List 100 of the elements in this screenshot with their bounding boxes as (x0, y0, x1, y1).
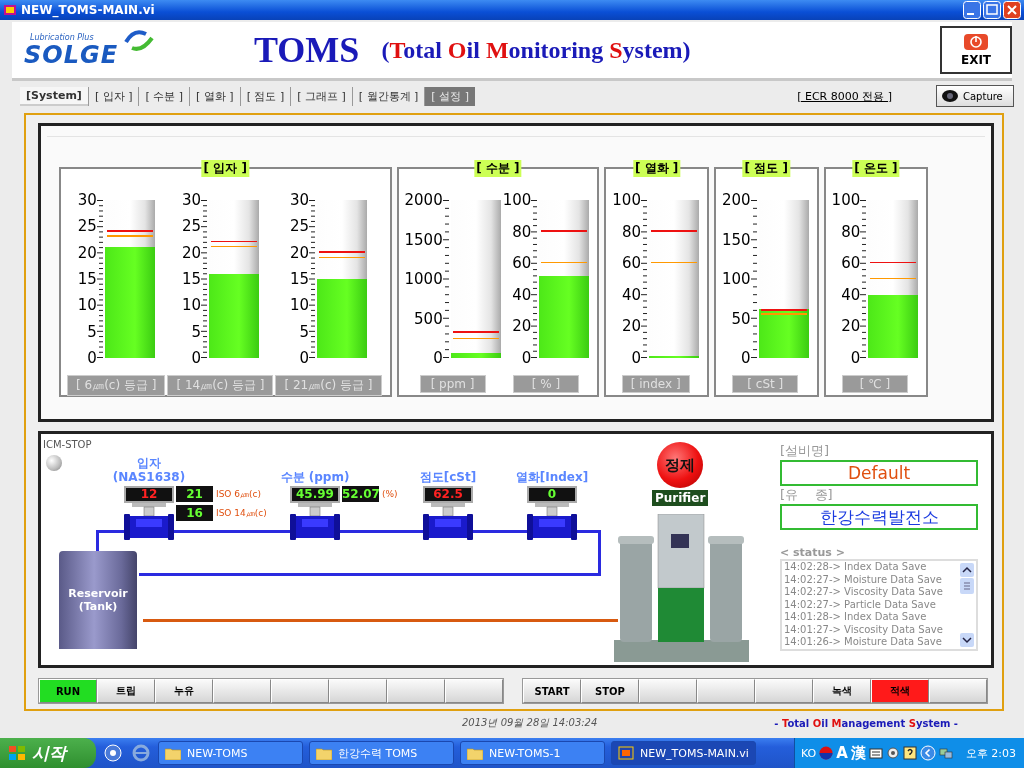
tab[interactable]: [ 점도 ] (239, 86, 291, 106)
scale-label: 15 (289, 272, 309, 286)
scale-label: 0 (631, 350, 641, 365)
control-button[interactable]: 적색 (871, 679, 929, 703)
flow-sensor-drawing (527, 503, 577, 541)
sensor-title: 입자 (137, 456, 161, 470)
control-button[interactable] (697, 679, 755, 703)
unit-label: [ % ] (513, 375, 579, 393)
circle-flag-icon (819, 746, 834, 760)
logo-tagline: Lubrication Plus (30, 33, 94, 42)
gauge-group-title: [ 온도 ] (852, 160, 900, 177)
chevron-left-icon[interactable] (919, 745, 936, 761)
oil-type-field: 한강수력발전소 (780, 504, 978, 530)
scale-label: 80 (841, 224, 861, 239)
scale-label: 0 (191, 350, 201, 365)
control-button[interactable]: 누유 (155, 679, 213, 703)
app-subtitle: (Total Oil Monitoring System) (381, 36, 691, 64)
tab[interactable]: [System] (20, 86, 88, 106)
scroll-down-icon[interactable] (960, 633, 974, 647)
unit-label: [ 6㎛(c) 등급 ] (67, 375, 166, 396)
taskbar-button[interactable]: NEW-TOMS (158, 741, 303, 765)
scale-label: 5 (191, 324, 201, 339)
scale-label: 100 (612, 193, 641, 207)
unit-label: [ 14㎛(c) 등급 ] (167, 375, 274, 396)
log-line: 14:01:28-> Index Data Save (784, 611, 928, 624)
scale-label: 40 (841, 287, 861, 302)
maximize-button[interactable] (983, 1, 1001, 19)
scrollbar[interactable] (960, 561, 976, 649)
unit-label: [ cSt ] (732, 375, 799, 393)
scale-label: 80 (512, 224, 532, 239)
scale-label: 500 (414, 311, 443, 326)
control-button[interactable] (213, 679, 271, 703)
sensor-title: 수분 (ppm) (280, 470, 350, 484)
scale-label: 25 (181, 219, 201, 234)
scale-label: 40 (512, 287, 532, 302)
scale-label: 5 (87, 324, 97, 339)
logo-swoosh-icon (124, 28, 154, 52)
scale-label: 15 (181, 272, 201, 286)
scale-label: 20 (77, 245, 97, 260)
scale-label: 100 (831, 193, 861, 207)
scale-label: 60 (512, 256, 532, 271)
scale-label: 150 (721, 232, 751, 247)
scale-label: 0 (741, 351, 751, 365)
power-icon (963, 33, 989, 51)
control-button[interactable] (271, 679, 329, 703)
scale-label: 1000 (404, 272, 443, 286)
purify-button[interactable]: 정제 (657, 442, 703, 488)
status-label: < status > (780, 546, 846, 559)
taskbar-button[interactable]: NEW-TOMS-1 (460, 741, 605, 765)
control-button[interactable] (445, 679, 503, 703)
control-button[interactable] (755, 679, 813, 703)
control-button[interactable]: RUN (39, 679, 97, 703)
scale-label: 100 (502, 193, 532, 207)
control-button[interactable]: 녹색 (813, 679, 871, 703)
pipe-line (473, 530, 527, 533)
tab[interactable]: [ 그래프 ] (290, 86, 352, 106)
minimize-button[interactable] (963, 1, 981, 19)
tab[interactable]: [ 수분 ] (138, 86, 190, 106)
control-button[interactable] (929, 679, 987, 703)
unit-label: ISO 14㎛(c) (216, 506, 267, 520)
tab[interactable]: [ 입자 ] (87, 86, 139, 106)
capture-button[interactable]: Capture (936, 85, 1014, 107)
scale-label: 20 (841, 319, 861, 334)
sensor-display: 21 (176, 486, 213, 502)
network-icon (938, 746, 953, 760)
window-title: NEW_TOMS-MAIN.vi (21, 3, 155, 17)
equipment-name-field: Default (780, 460, 978, 486)
taskbar-button[interactable]: NEW_TOMS-MAIN.vi (611, 741, 756, 765)
close-button[interactable] (1003, 1, 1021, 19)
scroll-thumb-icon[interactable] (960, 578, 974, 594)
control-button[interactable]: START (523, 679, 581, 703)
log-line: 14:02:27-> Viscosity Data Save (784, 586, 944, 599)
folder-icon (165, 746, 181, 760)
exit-button[interactable]: EXIT (940, 26, 1012, 74)
sensor-title: 열화[Index] (515, 470, 589, 484)
log-line: 14:02:28-> Index Data Save (784, 561, 928, 574)
scale-label: 10 (289, 298, 309, 313)
control-button[interactable] (387, 679, 445, 703)
sensor-display: 12 (124, 486, 174, 503)
unit-label: ISO 6㎛(c) (216, 487, 261, 501)
control-button[interactable] (639, 679, 697, 703)
scroll-up-icon[interactable] (960, 563, 974, 577)
log-line: 14:01:27-> Viscosity Data Save (784, 623, 944, 636)
flow-sensor-drawing (423, 503, 473, 541)
scale-label: 0 (850, 350, 861, 365)
scale-label: 80 (621, 224, 641, 239)
gauge-group-title: [ 열화 ] (633, 160, 681, 177)
unit-label: [ ℃ ] (841, 375, 908, 393)
scale-label: 25 (289, 219, 309, 234)
ecr-link[interactable]: [ ECR 8000 전용 ] (797, 88, 892, 104)
control-button[interactable]: 트립 (97, 679, 155, 703)
control-button[interactable] (329, 679, 387, 703)
field-label: [유 종] (780, 486, 834, 504)
sensor-display: 16 (176, 505, 213, 521)
control-button[interactable]: STOP (581, 679, 639, 703)
help-icon (902, 746, 917, 760)
logo-text: SOLGE (24, 41, 119, 69)
scale-label: 25 (77, 219, 97, 234)
taskbar-button[interactable]: 한강수력 TOMS (309, 741, 454, 765)
tab[interactable]: [ 열화 ] (189, 86, 240, 106)
